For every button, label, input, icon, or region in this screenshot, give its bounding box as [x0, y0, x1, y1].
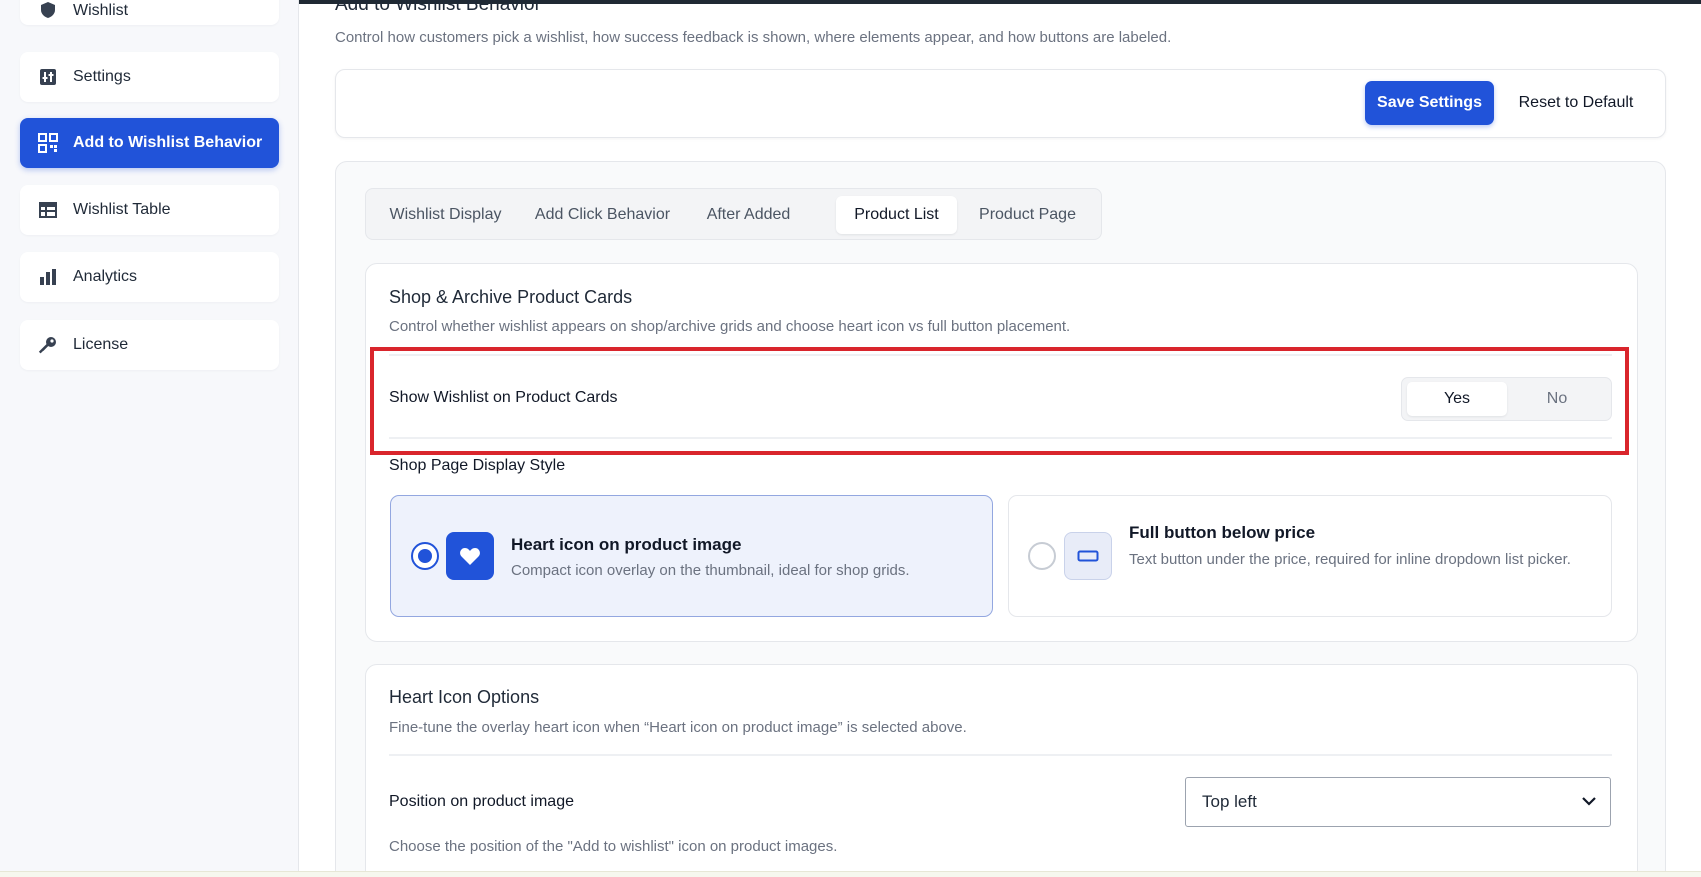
sidebar-item-label: Wishlist Table: [73, 201, 171, 218]
option-full-button[interactable]: Full button below price Text button unde…: [1008, 495, 1612, 617]
position-label: Position on product image: [389, 793, 574, 810]
grid-icon: [38, 133, 58, 153]
sidebar: Wishlist Settings Add to Wishlist Behavi…: [0, 0, 299, 871]
section-description: Fine-tune the overlay heart icon when “H…: [389, 719, 967, 736]
page-title: Add to Wishlist Behavior: [335, 0, 541, 15]
sidebar-item-label: Settings: [73, 68, 131, 85]
radio-unselected[interactable]: [1028, 542, 1056, 570]
sidebar-item-wishlist[interactable]: Wishlist: [20, 0, 279, 25]
option-description: Text button under the price, required fo…: [1129, 551, 1571, 568]
chevron-down-icon: [1580, 792, 1598, 815]
display-style-label: Shop Page Display Style: [389, 457, 566, 474]
table-icon: [38, 200, 58, 220]
settings-chart-icon: [38, 67, 58, 87]
heart-icon: [446, 532, 494, 580]
tab-after-added[interactable]: After Added: [688, 196, 809, 234]
highlight-box: [370, 347, 1629, 455]
key-icon: [38, 335, 58, 355]
option-description: Compact icon overlay on the thumbnail, i…: [511, 562, 910, 579]
sidebar-item-wishlist-table[interactable]: Wishlist Table: [20, 185, 279, 235]
bar-chart-icon: [38, 267, 58, 287]
radio-selected[interactable]: [411, 542, 439, 570]
reset-to-default-button[interactable]: Reset to Default: [1502, 81, 1650, 125]
sidebar-item-label: Wishlist: [73, 2, 129, 19]
section-title: Shop & Archive Product Cards: [389, 287, 633, 307]
position-help-text: Choose the position of the "Add to wishl…: [389, 838, 838, 855]
divider: [389, 754, 1612, 756]
section-description: Control whether wishlist appears on shop…: [389, 318, 1071, 335]
page-description: Control how customers pick a wishlist, h…: [335, 29, 1172, 46]
sidebar-item-label: Add to Wishlist Behavior: [73, 134, 263, 151]
sidebar-item-add-to-wishlist-behavior[interactable]: Add to Wishlist Behavior: [20, 118, 279, 168]
option-heart-icon[interactable]: Heart icon on product image Compact icon…: [390, 495, 993, 617]
sidebar-item-label: Analytics: [73, 268, 138, 285]
bottom-edge: [0, 871, 1701, 877]
tab-product-page[interactable]: Product Page: [963, 196, 1092, 234]
option-title: Heart icon on product image: [511, 535, 742, 554]
sidebar-item-license[interactable]: License: [20, 320, 279, 370]
option-title: Full button below price: [1129, 523, 1316, 542]
sidebar-item-analytics[interactable]: Analytics: [20, 252, 279, 302]
button-icon: [1064, 532, 1112, 580]
sidebar-item-settings[interactable]: Settings: [20, 52, 279, 102]
tab-wishlist-display[interactable]: Wishlist Display: [374, 196, 517, 234]
position-select[interactable]: Top left: [1185, 777, 1611, 827]
sidebar-item-label: License: [73, 336, 129, 353]
shield-icon: [38, 0, 58, 20]
save-settings-button[interactable]: Save Settings: [1365, 81, 1494, 125]
tab-add-click-behavior[interactable]: Add Click Behavior: [521, 196, 684, 234]
tab-product-list[interactable]: Product List: [836, 196, 957, 234]
position-select-value: Top left: [1202, 792, 1257, 811]
settings-tabs: Wishlist Display Add Click Behavior Afte…: [365, 188, 1102, 240]
section-title: Heart Icon Options: [389, 687, 540, 707]
